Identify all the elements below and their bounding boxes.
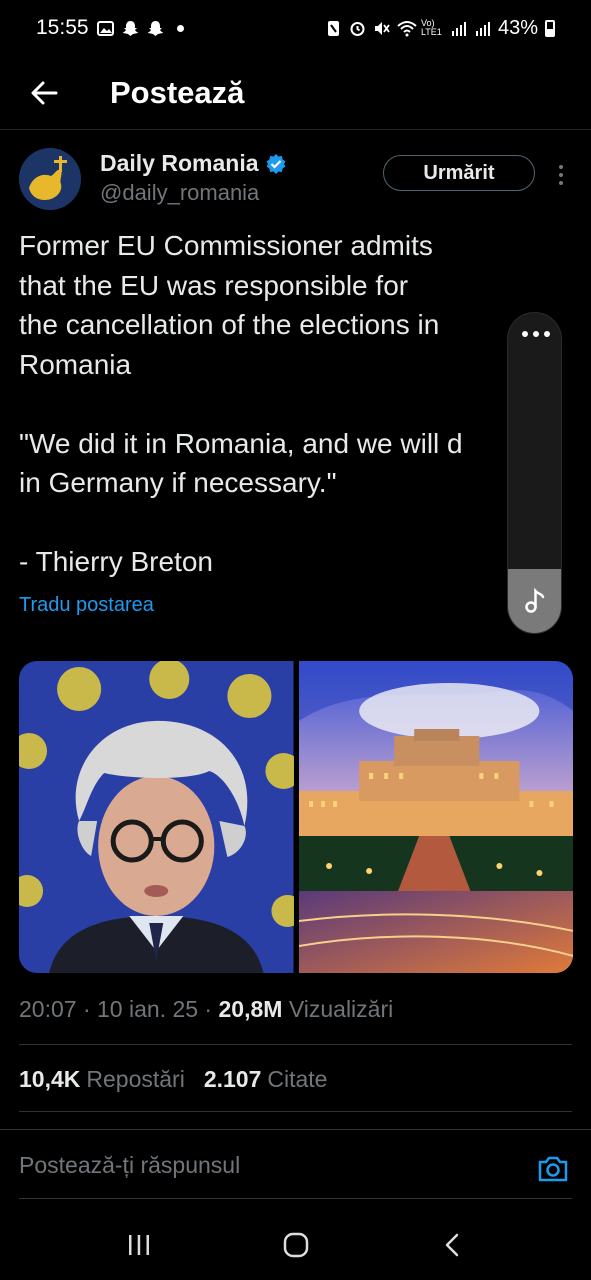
post-line: - Thierry Breton xyxy=(19,546,213,577)
status-left: 15:55 xyxy=(36,16,189,40)
author-name-text: Daily Romania xyxy=(100,150,259,176)
views-label: Vizualizări xyxy=(288,996,394,1022)
post-timestamp[interactable]: 20:07 · 10 ian. 25 · 20,8M Vizualizări xyxy=(19,996,393,1023)
wifi-icon xyxy=(397,20,417,37)
divider xyxy=(19,1044,572,1045)
reposts-stat[interactable]: 10,4K Repostări xyxy=(19,1066,185,1093)
camera-icon xyxy=(538,1156,568,1182)
reply-input[interactable]: Postează-ți răspunsul xyxy=(19,1152,499,1179)
mute-icon xyxy=(373,20,390,37)
media-image-left[interactable] xyxy=(19,661,294,973)
post-line: that the EU was responsible for xyxy=(19,269,409,301)
post-author: Daily Romania @daily_romania Urmărit xyxy=(19,148,579,214)
post-line: the cancellation of the elections in xyxy=(19,309,440,340)
translate-post-link[interactable]: Tradu postarea xyxy=(19,594,154,617)
floating-side-panel[interactable] xyxy=(507,312,562,634)
recents-icon xyxy=(128,1235,149,1255)
post-line: Former EU Commissioner admits xyxy=(19,230,433,261)
post-line: in Germany if necessary." xyxy=(19,467,337,498)
reply-bar: Postează-ți răspunsul xyxy=(0,1129,591,1209)
camera-button[interactable] xyxy=(536,1152,570,1186)
panel-menu-icon[interactable] xyxy=(508,331,561,337)
back-button[interactable] xyxy=(16,65,72,121)
media-image-right[interactable] xyxy=(298,661,573,973)
top-bar: Postează xyxy=(0,56,591,130)
author-name[interactable]: Daily Romania xyxy=(100,150,287,177)
more-dot-icon xyxy=(559,165,563,169)
chevron-left-icon xyxy=(445,1233,458,1257)
system-nav-bar xyxy=(0,1210,591,1280)
more-dot-icon xyxy=(559,181,563,185)
post-date: 10 ian. 25 xyxy=(97,996,199,1022)
recent-apps-button[interactable] xyxy=(109,1215,169,1275)
signal-icon xyxy=(450,20,467,37)
battery-percent: 43% xyxy=(497,16,538,39)
arrow-left-icon xyxy=(31,81,58,104)
quotes-label: Citate xyxy=(267,1066,328,1092)
battery-icon xyxy=(545,19,555,37)
reply-underline xyxy=(19,1198,572,1199)
nfc-icon xyxy=(325,20,342,37)
status-right: Vo) LTE1 43% xyxy=(325,17,555,40)
post-line: Romania xyxy=(19,348,132,380)
music-note-icon[interactable] xyxy=(508,569,561,633)
clock: 15:55 xyxy=(36,16,89,39)
author-handle[interactable]: @daily_romania xyxy=(100,180,259,206)
snapchat-icon xyxy=(147,20,164,37)
post-media xyxy=(19,661,573,973)
home-icon xyxy=(283,1232,308,1258)
network-label: Vo) LTE1 xyxy=(420,18,442,37)
back-nav-button[interactable] xyxy=(423,1215,483,1275)
post-time: 20:07 xyxy=(19,996,77,1022)
post-line: "We did it in Romania, and we will d xyxy=(19,427,463,459)
avatar[interactable] xyxy=(19,148,81,210)
dot-icon xyxy=(172,20,189,37)
quotes-stat[interactable]: 2.107 Citate xyxy=(204,1066,328,1093)
home-button[interactable] xyxy=(266,1215,326,1275)
alarm-icon xyxy=(349,20,366,37)
quotes-count: 2.107 xyxy=(203,1066,262,1092)
divider xyxy=(19,1111,572,1112)
signal-icon xyxy=(474,20,491,37)
more-dot-icon xyxy=(559,173,563,177)
views-count: 20,8M xyxy=(218,996,283,1022)
reposts-label: Repostări xyxy=(86,1066,185,1092)
follow-button[interactable]: Urmărit xyxy=(383,155,535,191)
post-stats: 10,4K Repostări 2.107 Citate xyxy=(19,1066,327,1093)
snapchat-icon xyxy=(122,20,139,37)
page-title: Postează xyxy=(110,74,245,110)
status-bar: 15:55 Vo) LTE1 43% xyxy=(0,0,591,56)
gallery-icon xyxy=(96,20,114,37)
verified-badge-icon xyxy=(266,153,285,174)
more-options-button[interactable] xyxy=(551,160,571,190)
reposts-count: 10,4K xyxy=(19,1066,81,1092)
post-text: Former EU Commissioner admits that the E… xyxy=(19,226,509,582)
